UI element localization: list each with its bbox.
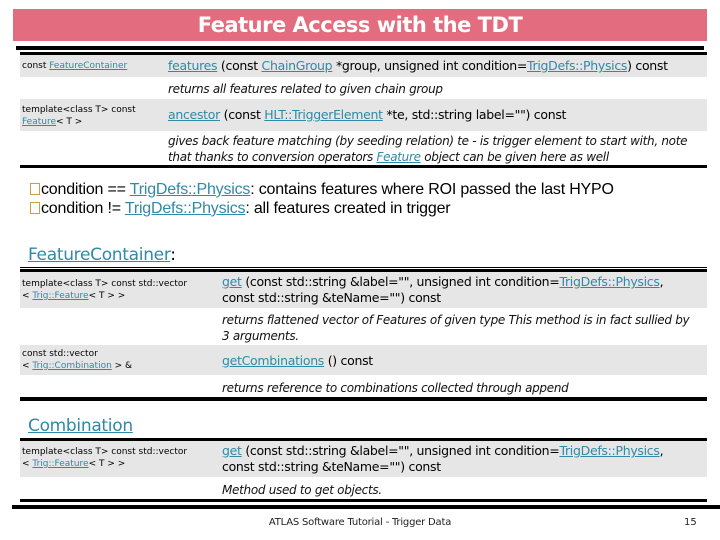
- featurecontainer-link[interactable]: FeatureContainer: [49, 61, 127, 71]
- divider: [20, 397, 707, 401]
- trig-feature-link[interactable]: Trig::Feature: [32, 291, 88, 301]
- trigdefs-physics-link[interactable]: TrigDefs::Physics: [559, 274, 659, 289]
- method-description: gives back feature matching (by seeding …: [168, 134, 688, 164]
- table-row-description: returns all features related to given ch…: [20, 77, 707, 99]
- method-signature: ancestor (const HLT::TriggerElement *te,…: [168, 107, 567, 122]
- featurecontainer-heading-link[interactable]: FeatureContainer: [28, 245, 171, 265]
- trigdefs-physics-link[interactable]: TrigDefs::Physics: [559, 443, 659, 458]
- trig-feature-link[interactable]: Trig::Feature: [32, 459, 88, 469]
- method-description: returns reference to combinations collec…: [222, 381, 569, 395]
- table-row-description: gives back feature matching (by seeding …: [20, 131, 707, 167]
- table-row-description: Method used to get objects.: [20, 477, 707, 499]
- bullet-box-icon: [30, 202, 40, 214]
- feature-link[interactable]: Feature: [377, 150, 421, 164]
- trig-combination-link[interactable]: Trig::Combination: [32, 361, 111, 371]
- table-row-description: returns flattened vector of Features of …: [20, 308, 707, 344]
- slide-title: Feature Access with the TDT: [197, 13, 523, 37]
- bullet-item: condition == TrigDefs::Physics: contains…: [30, 180, 614, 199]
- bullet-box-icon: [30, 183, 40, 195]
- get-method-link[interactable]: get: [222, 274, 242, 289]
- divider: [20, 267, 707, 268]
- table-row: template<class T> const std::vector < Tr…: [20, 272, 707, 308]
- trigdefs-physics-link[interactable]: TrigDefs::Physics: [527, 58, 627, 73]
- method-description: returns flattened vector of Features of …: [222, 313, 690, 343]
- divider: [16, 46, 704, 50]
- return-type: const FeatureContainer: [22, 61, 128, 71]
- bullet-item: condition != TrigDefs::Physics: all feat…: [30, 199, 614, 218]
- divider: [12, 505, 720, 509]
- return-type: template<class T> const std::vector < Tr…: [22, 279, 188, 301]
- divider: [20, 499, 707, 502]
- combination-heading: Combination: [28, 416, 133, 436]
- footer-text: ATLAS Software Tutorial - Trigger Data: [268, 517, 452, 528]
- triggerelement-link[interactable]: HLT::TriggerElement: [264, 107, 383, 122]
- method-signature: getCombinations () const: [222, 353, 373, 368]
- table-row: const FeatureContainer features (const C…: [20, 55, 707, 77]
- divider: [20, 165, 707, 168]
- return-type: template<class T> const Feature< T >: [22, 105, 136, 127]
- method-signature: get (const std::string &label="", unsign…: [222, 443, 664, 474]
- features-method-link[interactable]: features: [168, 58, 218, 73]
- return-type: const std::vector < Trig::Combination > …: [22, 349, 133, 371]
- featurecontainer-heading: FeatureContainer:: [28, 245, 176, 265]
- table-row: const std::vector < Trig::Combination > …: [20, 345, 707, 375]
- ancestor-method-link[interactable]: ancestor: [168, 107, 220, 122]
- page-number: 15: [684, 517, 697, 528]
- method-description: Method used to get objects.: [222, 483, 382, 497]
- table-row: template<class T> const Feature< T > anc…: [20, 99, 707, 131]
- method-description: returns all features related to given ch…: [168, 82, 443, 96]
- chaingroup-link[interactable]: ChainGroup: [262, 58, 333, 73]
- method-signature: get (const std::string &label="", unsign…: [222, 274, 664, 305]
- table-row: template<class T> const std::vector < Tr…: [20, 441, 707, 477]
- method-signature: features (const ChainGroup *group, unsig…: [168, 58, 668, 73]
- trigdefs-physics-link[interactable]: TrigDefs::Physics: [125, 200, 246, 217]
- condition-bullets: condition == TrigDefs::Physics: contains…: [30, 180, 614, 218]
- slide-title-bar: Feature Access with the TDT: [13, 9, 707, 41]
- getcombinations-method-link[interactable]: getCombinations: [222, 353, 324, 368]
- feature-link[interactable]: Feature: [22, 117, 56, 127]
- return-type: template<class T> const std::vector < Tr…: [22, 447, 188, 469]
- trigdefs-physics-link[interactable]: TrigDefs::Physics: [130, 181, 251, 198]
- table-row-description: returns reference to combinations collec…: [20, 375, 707, 397]
- combination-heading-link[interactable]: Combination: [28, 416, 133, 436]
- get-method-link[interactable]: get: [222, 443, 242, 458]
